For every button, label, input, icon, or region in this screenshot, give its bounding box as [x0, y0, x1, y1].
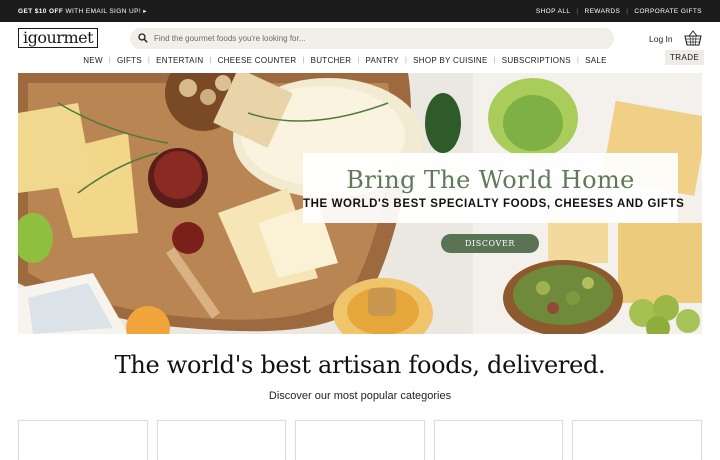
- promo-bold: GET $10 OFF: [18, 8, 64, 15]
- hero-subtitle: THE WORLD'S BEST SPECIALTY FOODS, CHEESE…: [303, 198, 685, 210]
- site-header: igourmet Log In: [0, 22, 720, 52]
- shop-all-link[interactable]: SHOP ALL: [536, 8, 571, 15]
- hero-title: Bring The World Home: [346, 166, 635, 194]
- nav-item-cheese-counter[interactable]: CHEESE COUNTER: [212, 56, 303, 65]
- category-card[interactable]: [156, 420, 287, 460]
- category-card[interactable]: [18, 420, 148, 460]
- category-cards: [18, 420, 702, 460]
- nav-item-new[interactable]: NEW: [77, 56, 109, 65]
- page-headline: The world's best artisan foods, delivere…: [114, 351, 606, 379]
- divider: |: [576, 7, 579, 15]
- rewards-link[interactable]: REWARDS: [584, 8, 620, 15]
- discover-button[interactable]: DISCOVER: [441, 234, 539, 253]
- promo-bar: GET $10 OFF WITH EMAIL SIGN UP! ▸ SHOP A…: [0, 0, 720, 22]
- search-input[interactable]: [154, 34, 594, 43]
- basket-icon[interactable]: [684, 30, 702, 51]
- nav-item-pantry[interactable]: PANTRY: [359, 56, 405, 65]
- category-card[interactable]: [295, 420, 425, 460]
- logo[interactable]: igourmet: [18, 28, 99, 48]
- utility-links: SHOP ALL | REWARDS | CORPORATE GIFTS: [536, 8, 702, 15]
- nav-item-butcher[interactable]: BUTCHER: [305, 56, 358, 65]
- trade-button[interactable]: TRADE: [665, 50, 705, 65]
- hero-banner[interactable]: Bring The World Home THE WORLD'S BEST SP…: [18, 73, 702, 334]
- nav-item-subscriptions[interactable]: SUBSCRIPTIONS: [496, 56, 577, 65]
- category-card[interactable]: [433, 420, 564, 460]
- nav-item-shop-by-cuisine[interactable]: SHOP BY CUISINE: [407, 56, 493, 65]
- promo-signup-link[interactable]: GET $10 OFF WITH EMAIL SIGN UP! ▸: [18, 7, 147, 15]
- login-link[interactable]: Log In: [649, 34, 673, 44]
- nav-item-gifts[interactable]: GIFTS: [111, 56, 148, 65]
- search-icon[interactable]: [138, 30, 148, 48]
- corporate-gifts-link[interactable]: CORPORATE GIFTS: [634, 8, 702, 15]
- promo-text: WITH EMAIL SIGN UP! ▸: [65, 8, 147, 15]
- main-nav: NEW | GIFTS | ENTERTAIN | CHEESE COUNTER | B…: [0, 52, 720, 68]
- nav-item-sale[interactable]: SALE: [579, 56, 613, 65]
- search-bar[interactable]: [130, 28, 614, 49]
- category-card[interactable]: [572, 420, 702, 460]
- divider: |: [626, 7, 629, 15]
- categories-subheading: Discover our most popular categories: [268, 390, 452, 402]
- hero-text-panel: Bring The World Home THE WORLD'S BEST SP…: [303, 153, 685, 223]
- nav-item-entertain[interactable]: ENTERTAIN: [150, 56, 209, 65]
